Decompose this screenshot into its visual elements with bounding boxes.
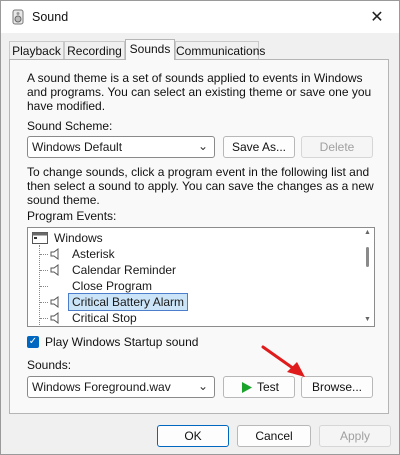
instructions-text-3: sound theme. — [27, 193, 100, 207]
windows-folder-icon — [32, 232, 48, 244]
program-events-label: Program Events: — [27, 209, 117, 223]
sound-file-value: Windows Foreground.wav — [32, 380, 171, 394]
sound-scheme-label: Sound Scheme: — [27, 119, 113, 133]
speaker-icon — [50, 312, 59, 324]
instructions-text-2: then select a sound to apply. You can sa… — [27, 179, 374, 193]
scroll-up-icon[interactable]: ▲ — [364, 229, 371, 236]
tab-recording[interactable]: Recording — [64, 41, 125, 59]
tree-branch — [40, 254, 48, 255]
instructions-text-1: To change sounds, click a program event … — [27, 165, 370, 179]
intro-text-3: have modified. — [27, 99, 106, 113]
event-item[interactable]: Calendar Reminder — [72, 262, 176, 278]
intro-text-1: A sound theme is a set of sounds applied… — [27, 71, 363, 85]
chevron-down-icon: ⌄ — [197, 139, 208, 153]
tree-branch — [40, 270, 48, 271]
window-title: Sound — [32, 10, 69, 24]
speaker-icon — [50, 248, 59, 260]
play-icon — [242, 382, 252, 393]
apply-button[interactable]: Apply — [319, 425, 391, 447]
sound-file-select[interactable]: Windows Foreground.wav ⌄ — [27, 376, 215, 398]
tree-branch — [40, 318, 48, 319]
annotation-arrow-icon — [261, 345, 305, 377]
startup-sound-checkbox[interactable]: ✓ — [27, 336, 39, 348]
intro-text-2: and programs. You can select an existing… — [27, 85, 372, 99]
sound-scheme-value: Windows Default — [32, 140, 123, 154]
event-item[interactable]: Asterisk — [72, 246, 115, 262]
tree-connector — [39, 245, 40, 325]
sounds-label: Sounds: — [27, 358, 72, 372]
speaker-icon — [50, 296, 59, 308]
scroll-down-icon[interactable]: ▼ — [364, 316, 371, 323]
sound-dialog: Sound ✕ Playback Recording Sounds Commun… — [0, 0, 400, 455]
close-icon: ✕ — [370, 9, 384, 26]
program-events-list[interactable]: Windows Asterisk Calendar Reminder Close… — [27, 227, 375, 327]
delete-button[interactable]: Delete — [301, 136, 373, 158]
event-item-selected[interactable]: Critical Battery Alarm — [68, 293, 189, 311]
speaker-icon — [50, 264, 59, 276]
tree-branch — [40, 286, 48, 287]
event-item[interactable]: Close Program — [72, 278, 152, 294]
close-button[interactable]: ✕ — [355, 1, 399, 33]
tree-root-windows[interactable]: Windows — [54, 230, 103, 246]
startup-sound-label: Play Windows Startup sound — [45, 335, 199, 349]
title-bar: Sound ✕ — [1, 1, 399, 33]
cancel-button[interactable]: Cancel — [237, 425, 311, 447]
scroll-thumb[interactable] — [366, 247, 369, 267]
save-as-button[interactable]: Save As... — [223, 136, 295, 158]
tab-playback[interactable]: Playback — [9, 41, 64, 59]
tab-communications[interactable]: Communications — [175, 41, 265, 59]
tree-branch — [40, 302, 48, 303]
chevron-down-icon: ⌄ — [197, 379, 208, 393]
tab-sounds[interactable]: Sounds — [125, 39, 175, 60]
speaker-app-icon — [12, 9, 24, 25]
sound-scheme-select[interactable]: Windows Default ⌄ — [27, 136, 215, 158]
events-scrollbar[interactable]: ▲ ▼ — [363, 229, 373, 323]
event-item[interactable]: Critical Stop — [72, 310, 137, 326]
ok-button[interactable]: OK — [157, 425, 229, 447]
